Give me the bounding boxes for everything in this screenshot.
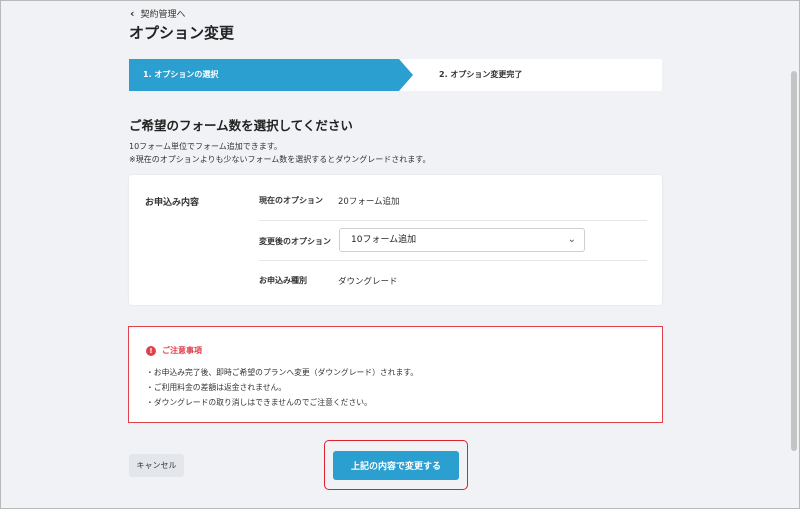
submit-change-button[interactable]: 上記の内容で変更する (333, 451, 459, 480)
application-type-value: ダウングレード (338, 277, 398, 287)
submit-highlight-box: 上記の内容で変更する (324, 440, 468, 490)
chevron-down-icon: ⌄ (567, 234, 576, 245)
application-label: お申込み内容 (145, 198, 200, 208)
scrollbar-thumb[interactable] (791, 71, 797, 451)
section-title: ご希望のフォーム数を選択してください (129, 118, 353, 133)
notice-title: ご注意事項 (162, 346, 202, 355)
current-option-value: 20フォーム追加 (338, 197, 400, 207)
scrollbar-track[interactable] (790, 1, 799, 508)
notice-item: ・ダウングレードの取り消しはできませんのでご注意ください。 (146, 398, 372, 407)
chevron-left-icon: ‹ (130, 7, 135, 20)
divider (259, 220, 647, 221)
back-link-label: 契約管理へ (140, 10, 186, 20)
alert-circle-icon: ! (146, 345, 156, 356)
notice-list: ・お申込み完了後、即時ご希望のプランへ変更（ダウングレード）されます。 ・ご利用… (146, 365, 418, 410)
cancel-button[interactable]: キャンセル (129, 454, 184, 477)
step-select-option: 1. オプションの選択 (129, 59, 399, 91)
description-note: ※現在のオプションよりも少ないフォーム数を選択するとダウングレードされます。 (129, 155, 431, 164)
page-title: オプション変更 (129, 24, 235, 42)
current-option-key: 現在のオプション (259, 196, 323, 205)
notice-item: ・お申込み完了後、即時ご希望のプランへ変更（ダウングレード）されます。 (146, 368, 419, 377)
caution-notice: ! ご注意事項 ・お申込み完了後、即時ご希望のプランへ変更（ダウングレード）され… (128, 326, 663, 423)
new-option-selected-value: 10フォーム追加 (351, 235, 417, 245)
step-arrow (399, 59, 413, 91)
divider (259, 260, 647, 261)
new-option-key: 変更後のオプション (259, 237, 331, 246)
notice-item: ・ご利用料金の差額は返金されません。 (146, 383, 287, 392)
progress-stepper: 1. オプションの選択 2. オプション変更完了 (129, 59, 662, 91)
step-change-complete: 2. オプション変更完了 (439, 70, 523, 79)
new-option-select[interactable]: 10フォーム追加 ⌄ (339, 228, 585, 252)
application-type-key: お申込み種別 (259, 276, 307, 285)
back-to-contract-link[interactable]: ‹ 契約管理へ (130, 7, 186, 20)
description-line: 10フォーム単位でフォーム追加できます。 (129, 142, 282, 151)
notice-header: ! ご注意事項 (146, 345, 202, 356)
application-details-card: お申込み内容 現在のオプション 20フォーム追加 変更後のオプション 10フォー… (129, 175, 662, 305)
